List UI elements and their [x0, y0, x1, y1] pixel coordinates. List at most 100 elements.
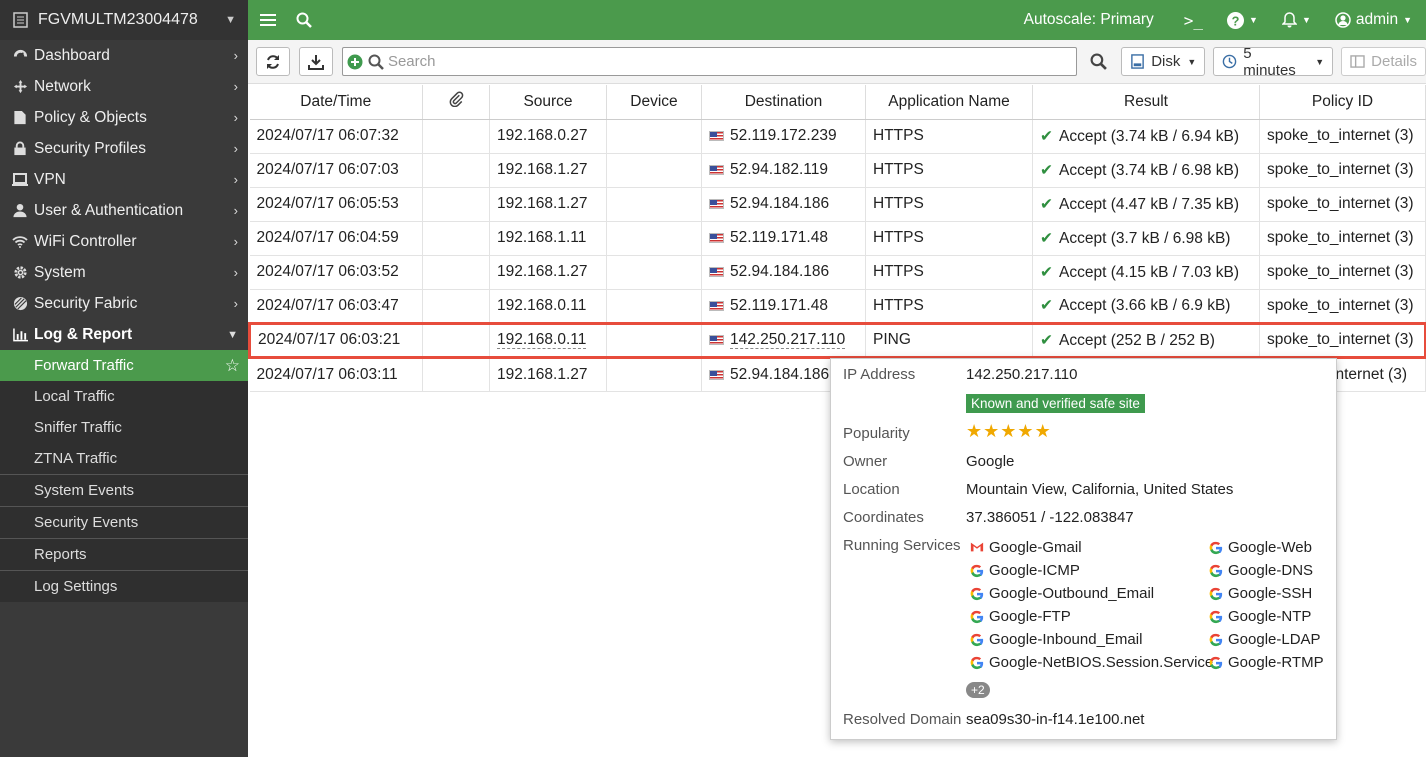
- cli-console-button[interactable]: >_: [1170, 0, 1217, 40]
- more-services-badge[interactable]: +2: [966, 682, 990, 698]
- col-result[interactable]: Result: [1032, 85, 1260, 120]
- network-icon: [10, 79, 30, 94]
- chevron-right-icon: ›: [233, 296, 238, 311]
- service-item: Google-Gmail: [970, 539, 1082, 556]
- autoscale-status: Autoscale: Primary: [1023, 11, 1154, 28]
- star-icon: ★: [1034, 421, 1051, 441]
- us-flag-icon: [709, 369, 724, 380]
- chevron-down-icon: ▼: [1249, 15, 1258, 25]
- service-item: Google-Outbound_Email: [970, 585, 1154, 602]
- add-filter-icon[interactable]: [347, 54, 363, 70]
- check-icon: ✔: [1040, 297, 1053, 314]
- star-icon: ★: [966, 421, 983, 441]
- col-device[interactable]: Device: [606, 85, 702, 120]
- nav-security-profiles[interactable]: Security Profiles ›: [0, 133, 248, 164]
- col-application[interactable]: Application Name: [865, 85, 1033, 120]
- user-icon: [10, 203, 30, 218]
- us-flag-icon: [709, 199, 724, 209]
- search-icon: [1090, 53, 1107, 70]
- chevron-right-icon: ›: [233, 265, 238, 280]
- search-input[interactable]: [387, 53, 1068, 70]
- nav-policy-objects[interactable]: Policy & Objects ›: [0, 102, 248, 133]
- ip-address-value: 142.250.217.110: [966, 366, 1078, 383]
- table-row[interactable]: 2024/07/17 06:03:52 192.168.1.27 52.94.1…: [249, 255, 1426, 290]
- time-range-dropdown[interactable]: 5 minutes ▼: [1213, 45, 1334, 79]
- nav-user-authentication[interactable]: User & Authentication ›: [0, 195, 248, 226]
- sub-log-settings[interactable]: Log Settings: [0, 570, 248, 602]
- gmail-icon: [970, 541, 984, 555]
- us-flag-icon: [709, 165, 724, 175]
- device-icon: [12, 10, 32, 30]
- log-source-dropdown[interactable]: Disk ▼: [1121, 47, 1206, 76]
- check-icon: ✔: [1040, 263, 1053, 281]
- menu-toggle-button[interactable]: [248, 0, 286, 40]
- col-datetime[interactable]: Date/Time: [249, 85, 423, 120]
- nav-wifi-controller[interactable]: WiFi Controller ›: [0, 226, 248, 257]
- fabric-icon: [10, 296, 30, 311]
- us-flag-icon: [709, 267, 724, 277]
- check-icon: ✔: [1040, 127, 1053, 145]
- table-row[interactable]: 2024/07/17 06:05:53 192.168.1.27 52.94.1…: [249, 187, 1426, 222]
- admin-menu[interactable]: admin ▼: [1325, 0, 1426, 40]
- service-item: Google-DNS: [1209, 562, 1313, 579]
- star-icon: ★: [983, 421, 1000, 441]
- nav-log-report[interactable]: Log & Report ▼: [0, 319, 248, 350]
- sub-local-traffic[interactable]: Local Traffic: [0, 381, 248, 412]
- resolved-domain-label: Resolved Domain: [843, 711, 962, 728]
- owner-value: Google: [966, 453, 1015, 470]
- table-row[interactable]: 2024/07/17 06:03:47 192.168.0.11 52.119.…: [249, 289, 1426, 324]
- nav-vpn[interactable]: VPN ›: [0, 164, 248, 195]
- col-destination[interactable]: Destination: [701, 85, 866, 120]
- table-row[interactable]: 2024/07/17 06:07:03 192.168.1.27 52.94.1…: [249, 153, 1426, 188]
- table-row[interactable]: 2024/07/17 06:07:32 192.168.0.27 52.119.…: [249, 119, 1426, 154]
- col-attachment[interactable]: [422, 85, 490, 120]
- us-flag-icon: [709, 233, 724, 243]
- log-source-label: Disk: [1151, 53, 1181, 70]
- sub-sniffer-traffic[interactable]: Sniffer Traffic: [0, 412, 248, 443]
- device-selector[interactable]: FGVMULTM23004478 ▼: [0, 0, 248, 40]
- help-button[interactable]: ? ▼: [1217, 0, 1268, 40]
- col-source[interactable]: Source: [489, 85, 607, 120]
- google-icon: [1209, 610, 1223, 624]
- google-icon: [970, 587, 984, 601]
- google-icon: [1209, 633, 1223, 647]
- sub-forward-traffic[interactable]: Forward Traffic ☆: [0, 350, 248, 381]
- star-icon: ★: [1017, 421, 1034, 441]
- sub-security-events[interactable]: Security Events: [0, 506, 248, 538]
- nav-network[interactable]: Network ›: [0, 71, 248, 102]
- nav-system[interactable]: System ›: [0, 257, 248, 288]
- refresh-button[interactable]: [256, 47, 290, 76]
- sub-system-events[interactable]: System Events: [0, 474, 248, 506]
- help-icon: ?: [1227, 11, 1245, 29]
- search-submit-button[interactable]: [1081, 47, 1115, 76]
- sidebar: FGVMULTM23004478 ▼ Dashboard › Network › P…: [0, 0, 248, 757]
- lock-icon: [10, 141, 30, 156]
- download-button[interactable]: [298, 47, 333, 76]
- nav-dashboard[interactable]: Dashboard ›: [0, 40, 248, 71]
- us-flag-icon: [709, 300, 724, 311]
- admin-username: admin: [1355, 11, 1399, 28]
- notifications-button[interactable]: ▼: [1268, 0, 1325, 40]
- table-row[interactable]: 2024/07/17 06:04:59 192.168.1.11 52.119.…: [249, 221, 1426, 256]
- table-row-selected[interactable]: 2024/07/17 06:03:21 192.168.0.11 142.250…: [248, 321, 1426, 359]
- details-button[interactable]: Details: [1341, 47, 1426, 76]
- check-icon: ✔: [1040, 229, 1053, 247]
- star-icon[interactable]: ☆: [225, 356, 240, 376]
- nav-security-fabric[interactable]: Security Fabric ›: [0, 288, 248, 319]
- policy-icon: [10, 110, 30, 125]
- service-item: Google-Inbound_Email: [970, 631, 1142, 648]
- resolved-domain-value: sea09s30-in-f14.1e100.net: [966, 711, 1145, 728]
- col-policy-id[interactable]: Policy ID: [1259, 85, 1426, 120]
- ip-address-label: IP Address: [843, 366, 916, 383]
- search-field[interactable]: [341, 47, 1078, 76]
- chevron-down-icon: ▼: [1187, 56, 1197, 67]
- sub-ztna-traffic[interactable]: ZTNA Traffic: [0, 443, 248, 474]
- google-icon: [1209, 541, 1223, 555]
- user-circle-icon: [1335, 12, 1351, 28]
- search-icon: [368, 54, 384, 70]
- sub-reports[interactable]: Reports: [0, 538, 248, 570]
- google-icon: [970, 610, 984, 624]
- running-services-label: Running Services: [843, 537, 961, 554]
- location-value: Mountain View, California, United States: [966, 481, 1234, 498]
- global-search-button[interactable]: [286, 0, 322, 40]
